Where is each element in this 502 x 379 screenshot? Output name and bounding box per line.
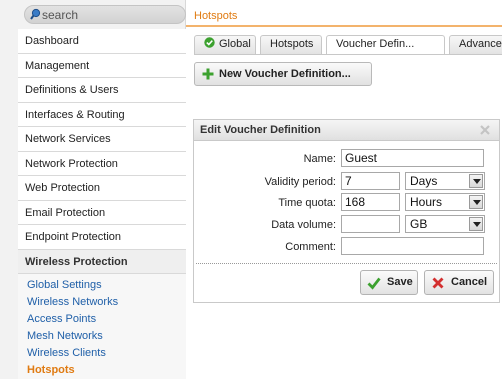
tab-bar: Global Hotspots Voucher Defin... Advance: [194, 35, 502, 55]
sidebar-subitem-wireless-networks[interactable]: Wireless Networks: [18, 294, 186, 311]
sidebar-subitem-global-settings[interactable]: Global Settings: [18, 277, 186, 294]
sidebar-item-definitions-users[interactable]: Definitions & Users: [18, 78, 186, 103]
sidebar-item-network-services[interactable]: Network Services: [18, 127, 186, 152]
validity-unit-select[interactable]: Days: [405, 172, 485, 190]
edit-voucher-dialog: Edit Voucher Definition Name: Validity p…: [193, 119, 500, 303]
sidebar-item-endpoint-protection[interactable]: Endpoint Protection: [18, 225, 186, 250]
search-box[interactable]: [24, 5, 186, 24]
sidebar-subnav: Global Settings Wireless Networks Access…: [18, 274, 186, 379]
tab-hotspots-label: Hotspots: [270, 38, 314, 50]
validity-unit-value: Days: [410, 174, 438, 188]
tab-advanced-label: Advance: [459, 38, 502, 50]
new-voucher-definition-label: New Voucher Definition...: [219, 68, 351, 80]
tab-global-label: Global: [219, 38, 251, 50]
sidebar-item-web-protection[interactable]: Web Protection: [18, 176, 186, 201]
sidebar: Dashboard Management Definitions & Users…: [0, 0, 186, 379]
time-quota-field[interactable]: [341, 193, 400, 211]
cancel-x-icon: [432, 277, 444, 289]
tab-advanced[interactable]: Advance: [449, 35, 502, 54]
data-volume-unit-select[interactable]: GB: [405, 215, 485, 233]
plus-icon: [202, 68, 214, 80]
chevron-down-icon: [469, 195, 483, 209]
sidebar-item-management[interactable]: Management: [18, 53, 186, 78]
sidebar-item-email-protection[interactable]: Email Protection: [18, 200, 186, 225]
tab-global[interactable]: Global: [194, 35, 256, 54]
page-title: Hotspots: [194, 10, 238, 22]
sidebar-subitem-hotspots[interactable]: Hotspots: [18, 362, 186, 379]
sidebar-nav: Dashboard Management Definitions & Users…: [18, 29, 186, 379]
time-quota-unit-value: Hours: [410, 195, 443, 209]
new-voucher-definition-button[interactable]: New Voucher Definition...: [194, 62, 372, 86]
sidebar-subitem-wireless-clients[interactable]: Wireless Clients: [18, 345, 186, 362]
sidebar-item-interfaces-routing[interactable]: Interfaces & Routing: [18, 102, 186, 127]
save-label: Save: [387, 276, 413, 288]
data-volume-field[interactable]: [341, 215, 400, 233]
dialog-title: Edit Voucher Definition: [200, 124, 321, 136]
sidebar-subitem-access-points[interactable]: Access Points: [18, 311, 186, 328]
search-input[interactable]: [42, 7, 182, 22]
checkmark-icon: [367, 277, 381, 290]
time-quota-unit-select[interactable]: Hours: [405, 193, 485, 211]
cancel-label: Cancel: [451, 276, 488, 288]
sidebar-item-dashboard[interactable]: Dashboard: [18, 29, 186, 54]
data-volume-unit-value: GB: [410, 217, 428, 231]
close-icon[interactable]: [479, 124, 491, 136]
chevron-down-icon: [469, 217, 483, 231]
name-field[interactable]: [341, 149, 484, 167]
comment-label: Comment:: [285, 241, 336, 253]
name-label: Name:: [303, 153, 336, 165]
check-circle-icon: [204, 37, 215, 48]
title-divider: [186, 25, 502, 27]
cancel-button[interactable]: Cancel: [424, 270, 494, 295]
search-icon: [30, 8, 41, 20]
dialog-divider: [196, 263, 497, 264]
validity-period-label: Validity period:: [264, 176, 336, 188]
tab-voucher-definitions[interactable]: Voucher Defin...: [326, 35, 445, 55]
comment-field[interactable]: [341, 237, 484, 255]
save-button[interactable]: Save: [360, 270, 418, 295]
sidebar-subitem-mesh-networks[interactable]: Mesh Networks: [18, 328, 186, 345]
tab-voucher-label: Voucher Defin...: [336, 38, 415, 50]
validity-period-field[interactable]: [341, 172, 400, 190]
data-volume-label: Data volume:: [271, 219, 336, 231]
time-quota-label: Time quota:: [278, 197, 336, 209]
tab-baseline: [194, 54, 502, 55]
tab-hotspots[interactable]: Hotspots: [260, 35, 322, 54]
dialog-header: Edit Voucher Definition: [194, 120, 499, 141]
chevron-down-icon: [469, 174, 483, 188]
sidebar-item-wireless-protection[interactable]: Wireless Protection: [18, 249, 186, 274]
sidebar-item-network-protection[interactable]: Network Protection: [18, 151, 186, 176]
